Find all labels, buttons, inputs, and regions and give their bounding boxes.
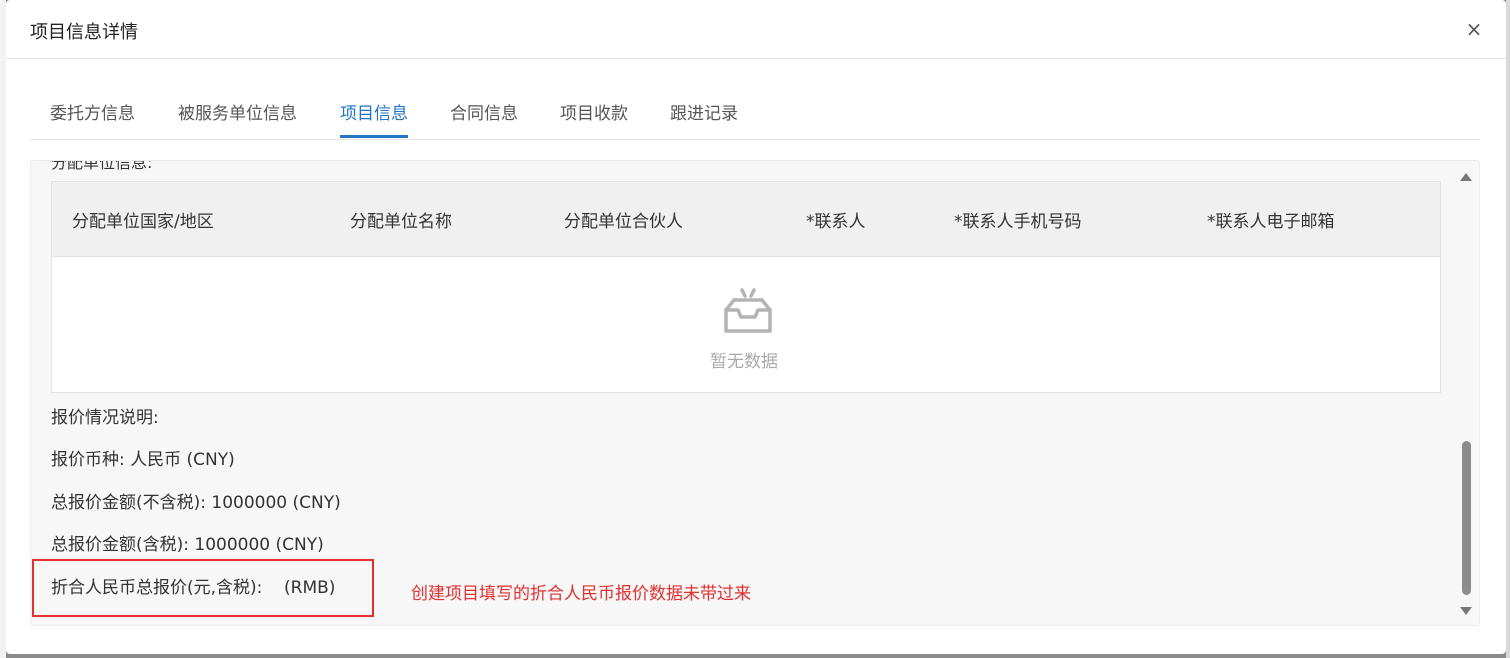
column-header-contact-email: *联系人电子邮箱 xyxy=(1207,212,1335,232)
allocation-unit-table: 分配单位国家/地区 分配单位名称 分配单位合伙人 *联系人 *联系人手机号码 *… xyxy=(51,181,1441,393)
total-quote-excl-tax: 总报价金额(不含税): 1000000 (CNY) xyxy=(51,493,341,513)
table-header: 分配单位国家/地区 分配单位名称 分配单位合伙人 *联系人 *联系人手机号码 *… xyxy=(52,182,1440,257)
annotation-note: 创建项目填写的折合人民币报价数据未带过来 xyxy=(411,584,751,604)
empty-inbox-icon xyxy=(724,288,772,333)
column-header-country: 分配单位国家/地区 xyxy=(72,212,214,232)
tab-project-info[interactable]: 项目信息 xyxy=(340,100,408,138)
background-page-edge-right xyxy=(1506,0,1510,658)
tab-follow-up-records[interactable]: 跟进记录 xyxy=(670,100,738,138)
dialog-title: 项目信息详情 xyxy=(30,22,138,43)
tab-client-info[interactable]: 委托方信息 xyxy=(50,100,135,138)
total-quote-incl-tax: 总报价金额(含税): 1000000 (CNY) xyxy=(51,535,324,555)
quote-description-label: 报价情况说明: xyxy=(51,408,159,428)
section-title: 分配单位信息: xyxy=(51,160,153,172)
quote-currency: 报价币种: 人民币 (CNY) xyxy=(51,450,235,470)
dialog-header: 项目信息详情 × xyxy=(6,0,1506,59)
close-icon[interactable]: × xyxy=(1462,14,1486,44)
tab-contract-info[interactable]: 合同信息 xyxy=(450,100,518,138)
tab-project-payment[interactable]: 项目收款 xyxy=(560,100,628,138)
project-detail-dialog: 项目信息详情 × 委托方信息 被服务单位信息 项目信息 合同信息 项目收款 跟进… xyxy=(6,0,1506,654)
highlight-box xyxy=(32,559,374,617)
scroll-down-arrow-icon[interactable] xyxy=(1460,607,1472,615)
column-header-contact-phone: *联系人手机号码 xyxy=(954,212,1082,232)
column-header-partner: 分配单位合伙人 xyxy=(564,212,683,232)
column-header-contact: *联系人 xyxy=(806,212,866,232)
empty-state-text: 暂无数据 xyxy=(710,352,778,372)
vertical-scrollbar[interactable] xyxy=(1457,161,1475,625)
scrollbar-thumb[interactable] xyxy=(1462,441,1471,595)
scroll-up-arrow-icon[interactable] xyxy=(1460,173,1472,181)
tab-bar: 委托方信息 被服务单位信息 项目信息 合同信息 项目收款 跟进记录 xyxy=(30,92,1480,140)
column-header-unit-name: 分配单位名称 xyxy=(350,212,452,232)
project-info-panel[interactable]: 分配单位信息: 分配单位国家/地区 分配单位名称 分配单位合伙人 *联系人 *联… xyxy=(30,160,1480,626)
tab-served-unit-info[interactable]: 被服务单位信息 xyxy=(178,100,297,138)
